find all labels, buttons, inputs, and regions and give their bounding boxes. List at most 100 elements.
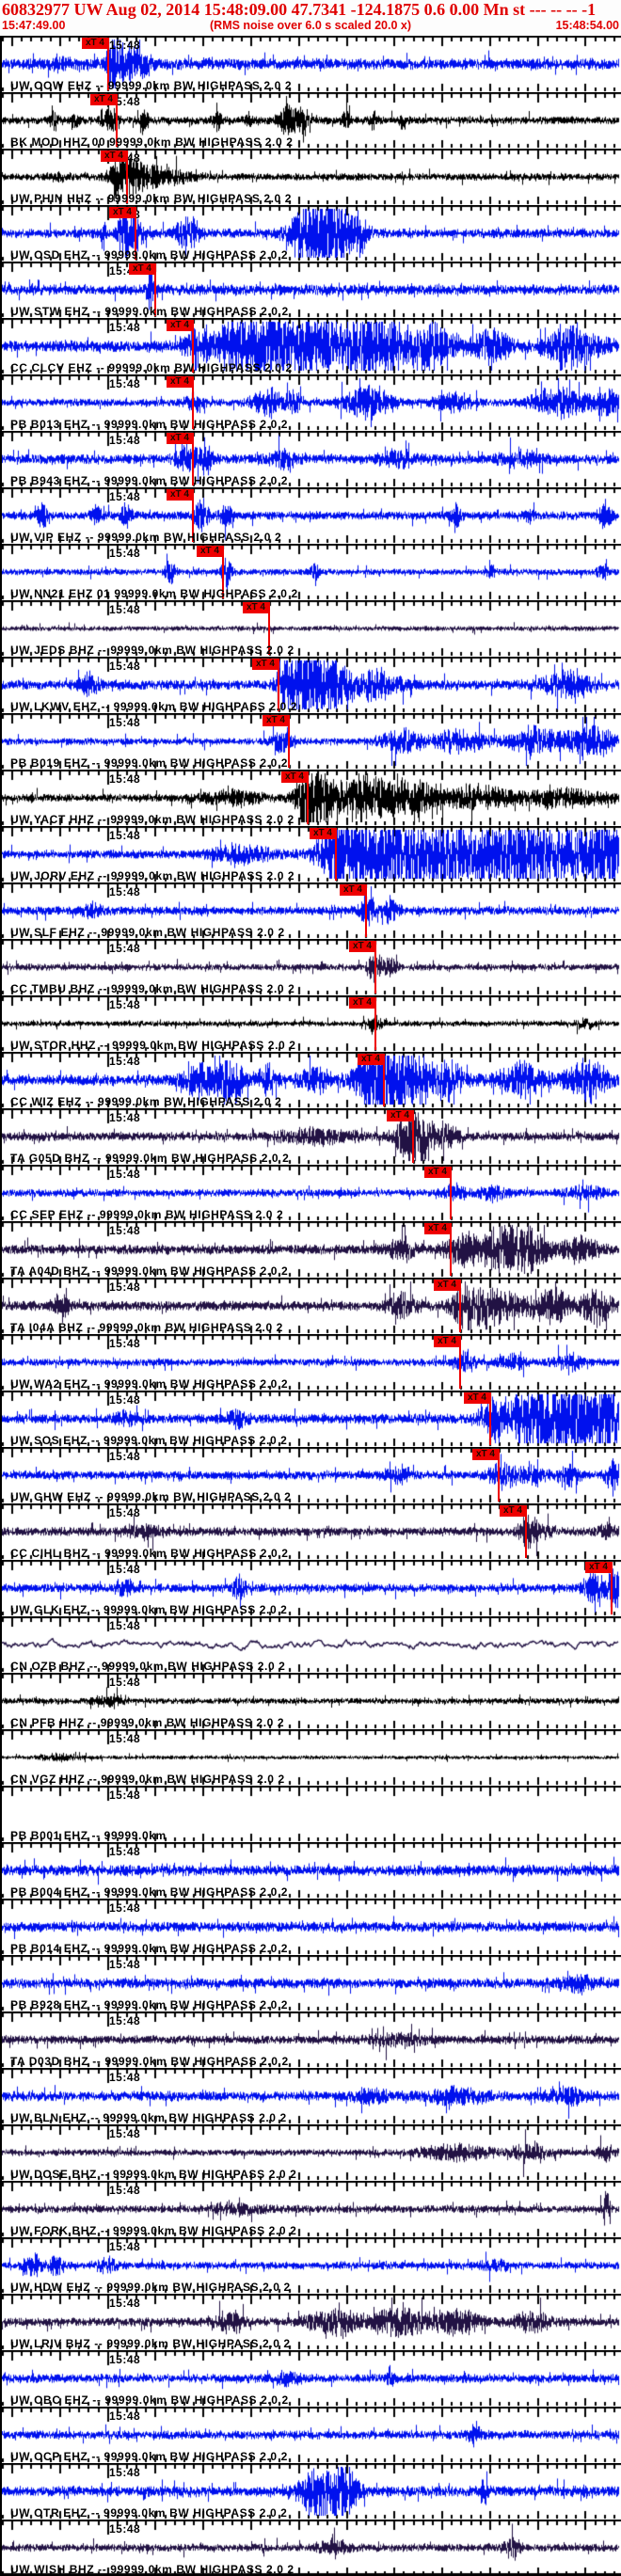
pick-flag[interactable]: xT 4	[310, 828, 336, 839]
trace-label: UW BLN EHZ -- 99999.0km BW HIGHPASS 2.0 …	[10, 2111, 287, 2124]
trace-row: 15:48 CN VGZ HHZ -- 99999.0km BW HIGHPAS…	[2, 1729, 621, 1786]
trace-row: 15:48 xT 4 CC CLCV EHZ -- 99999.0km BW H…	[2, 318, 621, 374]
trace-row: 15:48 xT 4 TA A04D BHZ -- 99999.0km BW H…	[2, 1221, 621, 1278]
minute-tick-label: 15:48	[109, 716, 141, 729]
trace-label: CN PFB HHZ -- 99999.0km BW HIGHPASS 2.0 …	[10, 1716, 285, 1729]
trace-label: PB B001 EHZ -- 99999.0km	[10, 1829, 167, 1842]
trace-row: 15:48 xT 4 PB B943 EHZ -- 99999.0km BW H…	[2, 431, 621, 487]
pick-flag[interactable]: xT 4	[472, 1449, 499, 1460]
minute-tick-label: 15:48	[109, 490, 141, 503]
minute-tick-label: 15:48	[109, 1732, 141, 1745]
trace-row: 15:48 xT 4 UW GHW EHZ -- 99999.0km BW HI…	[2, 1447, 621, 1503]
pick-flag[interactable]: xT 4	[387, 1110, 413, 1121]
minute-tick-label: 15:48	[109, 1563, 141, 1576]
minute-tick-label: 15:48	[109, 2466, 141, 2479]
trace-label: PB B013 EHZ -- 99999.0km BW HIGHPASS 2.0…	[10, 418, 289, 431]
minute-tick-label: 15:48	[109, 2522, 141, 2536]
minute-tick-label: 15:48	[109, 1168, 141, 1181]
pick-flag[interactable]: xT 4	[340, 884, 366, 896]
pick-flag[interactable]: xT 4	[349, 941, 375, 952]
pick-flag[interactable]: xT 4	[434, 1336, 460, 1347]
trace-row: 15:48 xT 4 UW JORV EHZ -- 99999.0km BW H…	[2, 826, 621, 883]
minute-tick-label: 15:48	[109, 1958, 141, 1971]
minute-tick-label: 15:48	[109, 2071, 141, 2084]
trace-label: CC SEP EHZ -- 99999.0km BW HIGHPASS 2.0 …	[10, 1208, 284, 1221]
trace-row: 15:48 PB B014 EHZ -- 99999.0km BW HIGHPA…	[2, 1899, 621, 1955]
trace-label: PB B004 EHZ -- 99999.0km BW HIGHPASS 2.0…	[10, 1885, 289, 1899]
pick-flag[interactable]: xT 4	[500, 1505, 526, 1517]
trace-row: 15:48 xT 4 CC CIHL BHZ -- 99999.0km BW H…	[2, 1503, 621, 1560]
trace-row: 15:48 xT 4 UW SLF EHZ -- 99999.0km BW HI…	[2, 883, 621, 939]
trace-row: 15:48 xT 4 UW OOW EHZ -- 99999.0km BW HI…	[2, 36, 621, 92]
trace-label: UW NN21 EHZ 01 99999.0km BW HIGHPASS 2.0…	[10, 587, 298, 600]
minute-tick-label: 15:48	[109, 1280, 141, 1294]
minute-tick-label: 15:48	[109, 2127, 141, 2140]
minute-tick-label: 15:48	[109, 1789, 141, 1802]
pick-flag[interactable]: xT 4	[464, 1392, 490, 1404]
minute-tick-label: 15:48	[109, 603, 141, 616]
scale-note: (RMS noise over 6.0 s scaled 20.0 x)	[210, 19, 411, 32]
trace-label: UW OTR EHZ -- 99999.0km BW HIGHPASS 2.0 …	[10, 2506, 288, 2520]
minute-tick-label: 15:48	[109, 772, 141, 786]
trace-row: 15:48 xT 4 UW OSD EHZ -- 99999.0km BW HI…	[2, 205, 621, 262]
pick-flag[interactable]: xT 4	[109, 207, 135, 218]
pick-flag[interactable]: xT 4	[358, 1054, 384, 1065]
trace-row: 15:48 xT 4 PB B013 EHZ -- 99999.0km BW H…	[2, 374, 621, 431]
trace-row: 15:48 xT 4 UW PHIN HHZ -- 99999.0km BW H…	[2, 149, 621, 205]
trace-label: UW YACT HHZ -- 99999.0km BW HIGHPASS 2.0…	[10, 813, 295, 826]
pick-flag[interactable]: xT 4	[167, 489, 193, 501]
trace-row: 15:48 UW WISH BHZ -- 99999.0km BW HIGHPA…	[2, 2520, 621, 2576]
trace-label: UW PHIN HHZ -- 99999.0km BW HIGHPASS 2.0…	[10, 192, 293, 205]
pick-flag[interactable]: xT 4	[424, 1223, 451, 1234]
minute-tick-label: 15:48	[109, 1619, 141, 1632]
trace-label: TA I04A BHZ -- 99999.0km BW HIGHPASS 2.0…	[10, 1321, 283, 1334]
trace-label: UW JEDS BHZ -- 99999.0km BW HIGHPASS 2.0…	[10, 644, 295, 657]
trace-row: 15:48 UW DOSE BHZ -- 99999.0km BW HIGHPA…	[2, 2124, 621, 2181]
trace-label: UW VIP EHZ -- 99999.0km BW HIGHPASS 2.0 …	[10, 531, 282, 544]
trace-label: UW WISH BHZ -- 99999.0km BW HIGHPASS 2.0…	[10, 2563, 295, 2576]
pick-flag[interactable]: xT 4	[167, 376, 193, 388]
trace-row: 15:48 PB B004 EHZ -- 99999.0km BW HIGHPA…	[2, 1842, 621, 1899]
trace-row: 15:48 UW BLN EHZ -- 99999.0km BW HIGHPAS…	[2, 2068, 621, 2124]
trace-row: 15:48 xT 4 UW JEDS BHZ -- 99999.0km BW H…	[2, 600, 621, 657]
pick-flag[interactable]: xT 4	[585, 1562, 612, 1573]
minute-tick-label: 15:48	[109, 1111, 141, 1124]
pick-flag[interactable]: xT 4	[424, 1167, 451, 1178]
window-end-time: 15:48:54.00	[555, 19, 619, 32]
trace-label: BK MOD HHZ 00 99999.0km BW HIGHPASS 2.0 …	[10, 135, 294, 149]
minute-tick-label: 15:48	[109, 2297, 141, 2310]
trace-row: 15:48 xT 4 PB B019 EHZ -- 99999.0km BW H…	[2, 713, 621, 770]
minute-tick-label: 15:48	[109, 2014, 141, 2027]
trace-row: 15:48 PB B001 EHZ -- 99999.0km	[2, 1786, 621, 1842]
pick-flag[interactable]: xT 4	[434, 1280, 460, 1291]
trace-label: UW OOW EHZ -- 99999.0km BW HIGHPASS 2.0 …	[10, 79, 293, 92]
pick-flag[interactable]: xT 4	[82, 38, 108, 49]
trace-row: 15:48 TA D03D BHZ -- 99999.0km BW HIGHPA…	[2, 2012, 621, 2068]
pick-flag[interactable]: xT 4	[129, 263, 155, 275]
pick-flag[interactable]: xT 4	[281, 771, 308, 783]
pick-flag[interactable]: xT 4	[243, 602, 269, 613]
trace-row: 15:48 UW OTR EHZ -- 99999.0km BW HIGHPAS…	[2, 2463, 621, 2520]
trace-row: 15:48 xT 4 UW STW EHZ -- 99999.0km BW HI…	[2, 262, 621, 318]
trace-row: 15:48 UW HDW EHZ -- 99999.0km BW HIGHPAS…	[2, 2237, 621, 2294]
pick-flag[interactable]: xT 4	[167, 433, 193, 444]
minute-tick-label: 15:48	[109, 1337, 141, 1350]
trace-row: 15:48 CN OZB BHZ -- 99999.0km BW HIGHPAS…	[2, 1616, 621, 1673]
trace-label: TA G05D BHZ -- 99999.0km BW HIGHPASS 2.0…	[10, 1152, 290, 1165]
pick-flag[interactable]: xT 4	[167, 320, 193, 331]
minute-tick-label: 15:48	[109, 885, 141, 898]
seismogram-review-window: 60832977 UW Aug 02, 2014 15:48:09.00 47.…	[0, 0, 621, 2576]
trace-row: 15:48 xT 4 UW SOS EHZ -- 99999.0km BW HI…	[2, 1391, 621, 1447]
trace-label: TA D03D BHZ -- 99999.0km BW HIGHPASS 2.0…	[10, 2055, 289, 2068]
pick-flag[interactable]: xT 4	[252, 659, 279, 670]
trace-row: 15:48 xT 4 TA G05D BHZ -- 99999.0km BW H…	[2, 1108, 621, 1165]
pick-flag[interactable]: xT 4	[90, 94, 117, 105]
trace-row: 15:48 xT 4 CC TMBU BHZ -- 99999.0km BW H…	[2, 939, 621, 995]
pick-flag[interactable]: xT 4	[101, 151, 127, 162]
trace-label: UW STW EHZ -- 99999.0km BW HIGHPASS 2.0 …	[10, 305, 289, 318]
pick-flag[interactable]: xT 4	[197, 546, 223, 557]
minute-tick-label: 15:48	[109, 2409, 141, 2423]
pick-flag[interactable]: xT 4	[263, 715, 289, 726]
trace-row: 15:48 xT 4 CC SEP EHZ -- 99999.0km BW HI…	[2, 1165, 621, 1221]
pick-flag[interactable]: xT 4	[349, 997, 375, 1009]
